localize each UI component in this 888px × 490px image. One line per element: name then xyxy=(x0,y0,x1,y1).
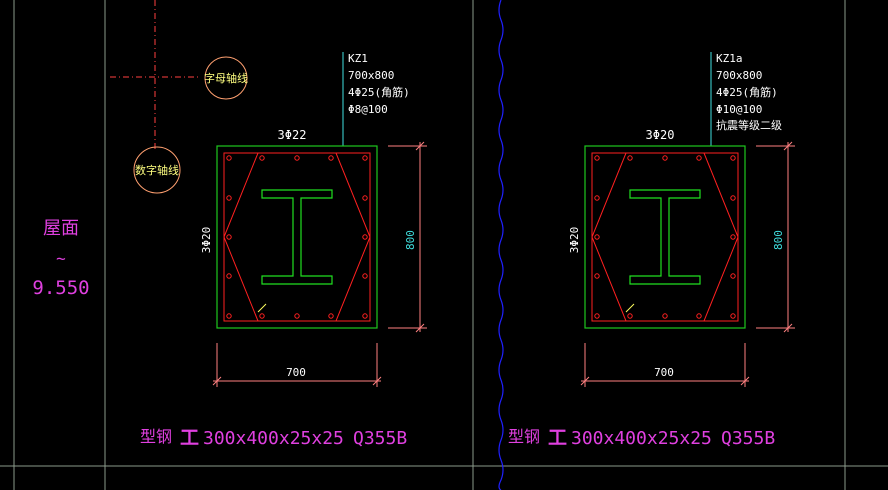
steel-size: 300x400x25x25 xyxy=(203,428,344,449)
level-text: 屋面 xyxy=(43,218,79,239)
spec-line-0: KZ1 xyxy=(348,52,368,65)
height-dim-text: 800 xyxy=(404,230,417,250)
diamond-tie xyxy=(223,152,371,322)
side-bars-label: 3Φ20 xyxy=(568,227,581,254)
axis-lines xyxy=(110,0,200,150)
steel-size: 300x400x25x25 xyxy=(571,428,712,449)
spec-line-1: 700x800 xyxy=(716,69,762,82)
spec-line-0: KZ1a xyxy=(716,52,743,65)
width-dimension xyxy=(580,343,750,387)
spec-line-2: 4Φ25(角筋) xyxy=(348,85,410,99)
top-bars-label: 3Φ22 xyxy=(278,128,307,142)
side-bars-label: 3Φ20 xyxy=(200,227,213,254)
number-axis-label: 数字轴线 xyxy=(135,163,179,177)
stirrup xyxy=(591,152,739,322)
level-elevation: 9.550 xyxy=(32,277,89,299)
column-outline xyxy=(584,145,746,329)
level-label: 屋面 ~ 9.550 xyxy=(32,218,89,299)
width-dim-text: 700 xyxy=(654,366,674,379)
rebar-dots xyxy=(594,155,736,319)
spec-line-2: 4Φ25(角筋) xyxy=(716,85,778,99)
steel-i-section xyxy=(629,189,701,285)
rebar-dots xyxy=(226,155,368,319)
letter-axis-bubble: 字母轴线 xyxy=(204,56,248,100)
letter-axis-label: 字母轴线 xyxy=(204,71,248,85)
spec-line-4: 抗震等级二级 xyxy=(716,118,782,132)
break-line xyxy=(498,0,504,490)
steel-prefix: 型钢 xyxy=(140,427,172,446)
steel-grade: Q355B xyxy=(353,428,407,449)
diamond-tie xyxy=(591,152,739,322)
level-tilde: ~ xyxy=(56,249,66,268)
steel-grade: Q355B xyxy=(721,428,775,449)
steel-prefix: 型钢 xyxy=(508,427,540,446)
width-dim-text: 700 xyxy=(286,366,306,379)
column-section-kz1: KZ1 700x800 4Φ25(角筋) Φ8@100 3Φ22 3Φ20 80… xyxy=(140,52,427,449)
spec-line-3: Φ10@100 xyxy=(716,103,762,116)
spec-line-1: 700x800 xyxy=(348,69,394,82)
spec-line-3: Φ8@100 xyxy=(348,103,388,116)
steel-symbol: 工 xyxy=(548,427,567,449)
number-axis-bubble: 数字轴线 xyxy=(133,146,181,194)
width-dimension xyxy=(212,343,382,387)
top-bars-label: 3Φ20 xyxy=(646,128,675,142)
height-dim-text: 800 xyxy=(772,230,785,250)
column-outline xyxy=(216,145,378,329)
drawing-canvas: 字母轴线 数字轴线 屋面 ~ 9.550 KZ1 700x800 4Φ25(角筋… xyxy=(0,0,888,490)
stirrup xyxy=(223,152,371,322)
steel-i-section xyxy=(261,189,333,285)
column-section-kz1a: KZ1a 700x800 4Φ25(角筋) Φ10@100 抗震等级二级 3Φ2… xyxy=(508,52,795,449)
steel-symbol: 工 xyxy=(180,427,199,449)
